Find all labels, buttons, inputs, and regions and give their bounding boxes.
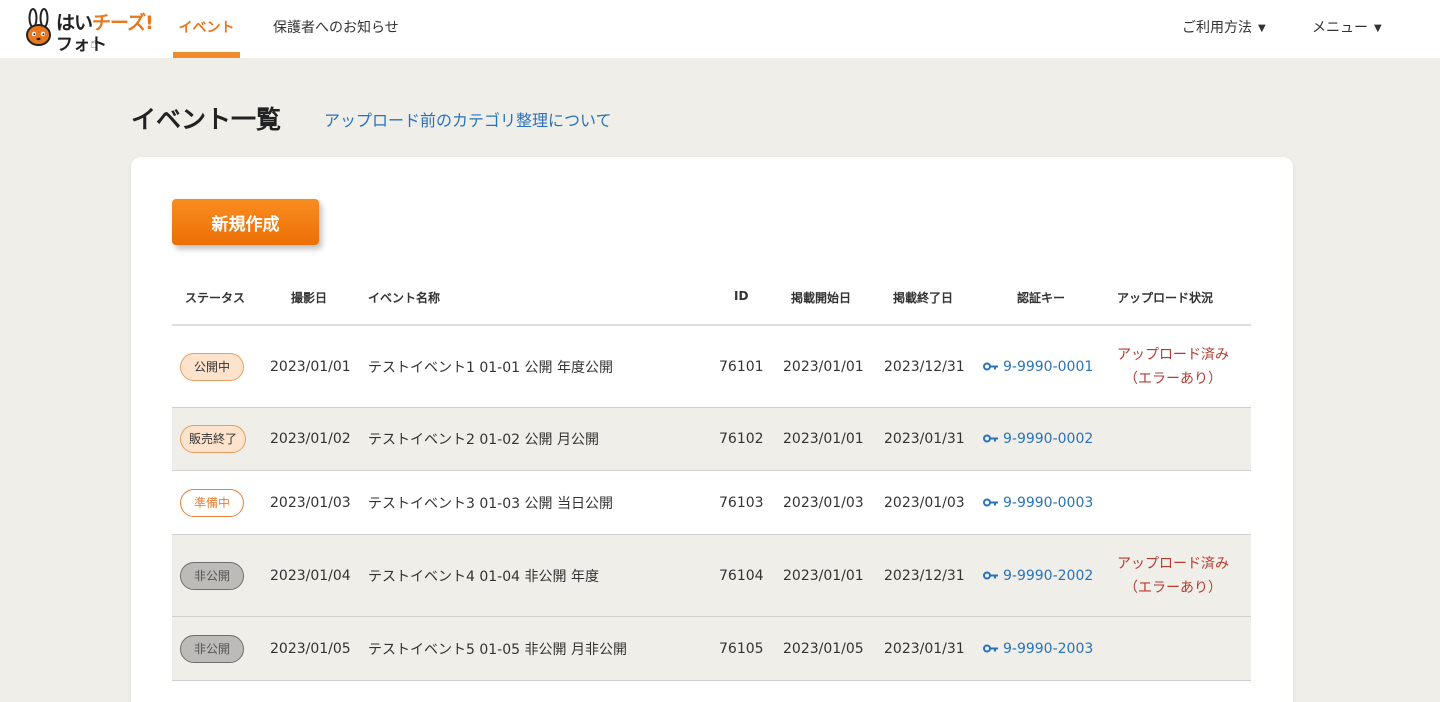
event-name[interactable]: テストイベント4 01-04 非公開 年度 bbox=[368, 566, 599, 586]
col-start-date: 掲載開始日 bbox=[791, 291, 852, 305]
status-badge: 公開中 bbox=[180, 352, 244, 381]
main-menu-label: メニュー bbox=[1312, 20, 1368, 36]
key-icon bbox=[983, 434, 998, 443]
event-name[interactable]: テストイベント3 01-03 公開 当日公開 bbox=[368, 493, 613, 513]
col-status: ステータス bbox=[185, 291, 246, 305]
usage-menu-label: ご利用方法 bbox=[1182, 20, 1252, 36]
status-badge: 非公開 bbox=[180, 634, 244, 663]
table-row[interactable]: 非公開 2023/01/04 テストイベント4 01-04 非公開 年度 761… bbox=[172, 535, 1251, 617]
start-date: 2023/01/05 bbox=[783, 640, 864, 657]
end-date: 2023/01/31 bbox=[884, 640, 965, 657]
auth-key-value: 9-9990-2003 bbox=[1003, 640, 1094, 657]
key-icon bbox=[983, 498, 998, 506]
tab-events[interactable]: イベント bbox=[173, 0, 240, 58]
auth-key-link[interactable]: 9-9990-2002 bbox=[983, 568, 1093, 584]
event-id: 76103 bbox=[719, 494, 764, 511]
event-id: 76105 bbox=[719, 640, 764, 657]
col-end-date: 掲載終了日 bbox=[893, 291, 954, 305]
table-row[interactable]: 公開中 2023/01/01 テストイベント1 01-01 公開 年度公開 76… bbox=[172, 326, 1251, 408]
usage-menu-button[interactable]: ご利用方法 ▼ bbox=[1182, 0, 1266, 58]
upload-status-line1: アップロード済み bbox=[1117, 346, 1229, 363]
col-upload-status: アップロード状況 bbox=[1117, 291, 1214, 305]
end-date: 2023/12/31 bbox=[884, 358, 965, 375]
event-id: 76104 bbox=[719, 567, 764, 584]
status-badge: 販売終了 bbox=[180, 425, 247, 453]
shoot-date: 2023/01/02 bbox=[270, 431, 351, 447]
end-date: 2023/01/03 bbox=[884, 494, 965, 511]
tab-parent-notices[interactable]: 保護者へのお知らせ bbox=[273, 0, 399, 58]
auth-key-value: 9-9990-0001 bbox=[1003, 358, 1094, 375]
col-id: ID bbox=[734, 289, 749, 303]
auth-key-link[interactable]: 9-9990-0003 bbox=[983, 495, 1093, 511]
col-auth-key: 認証キー bbox=[1017, 291, 1066, 305]
upload-status-line2: （エラーあり） bbox=[1124, 579, 1222, 596]
main-menu-button[interactable]: メニュー ▼ bbox=[1312, 0, 1382, 58]
event-list-card: 新規作成 ステータス 撮影日 イベント名称 ID 掲載開始日 掲載終了日 認証キ… bbox=[131, 157, 1293, 702]
event-id: 76102 bbox=[719, 431, 764, 447]
auth-key-link[interactable]: 9-9990-0001 bbox=[983, 359, 1093, 375]
table-row[interactable]: 準備中 2023/01/03 テストイベント3 01-03 公開 当日公開 76… bbox=[172, 471, 1251, 535]
auth-key-value: 9-9990-0003 bbox=[1003, 494, 1094, 511]
event-name[interactable]: テストイベント5 01-05 非公開 月非公開 bbox=[368, 639, 627, 659]
upload-status[interactable]: アップロード済み （エラーあり） bbox=[1117, 552, 1229, 600]
start-date: 2023/01/01 bbox=[783, 567, 864, 584]
event-table: ステータス 撮影日 イベント名称 ID 掲載開始日 掲載終了日 認証キー アップ… bbox=[172, 265, 1251, 681]
logo-text-bottom: フォト bbox=[56, 35, 107, 55]
key-icon bbox=[983, 644, 998, 652]
event-name[interactable]: テストイベント2 01-02 公開 月公開 bbox=[368, 429, 599, 449]
brand-logo[interactable]: はいチーズ! フォト ☝ bbox=[24, 6, 154, 55]
shoot-date: 2023/01/03 bbox=[270, 494, 351, 511]
auth-key-value: 9-9990-2002 bbox=[1003, 567, 1094, 584]
event-name[interactable]: テストイベント1 01-01 公開 年度公開 bbox=[368, 357, 613, 377]
status-badge: 準備中 bbox=[180, 488, 244, 517]
end-date: 2023/01/31 bbox=[884, 431, 965, 447]
table-row[interactable]: 販売終了 2023/01/02 テストイベント2 01-02 公開 月公開 76… bbox=[172, 408, 1251, 471]
start-date: 2023/01/01 bbox=[783, 358, 864, 375]
shoot-date: 2023/01/04 bbox=[270, 567, 351, 584]
start-date: 2023/01/03 bbox=[783, 494, 864, 511]
caret-down-icon: ▼ bbox=[1374, 23, 1382, 34]
table-header: ステータス 撮影日 イベント名称 ID 掲載開始日 掲載終了日 認証キー アップ… bbox=[172, 265, 1251, 326]
key-icon bbox=[983, 362, 998, 370]
table-row[interactable]: 非公開 2023/01/05 テストイベント5 01-05 非公開 月非公開 7… bbox=[172, 617, 1251, 681]
upload-status-line2: （エラーあり） bbox=[1124, 370, 1222, 387]
category-guide-link[interactable]: アップロード前のカテゴリ整理について bbox=[324, 107, 612, 131]
end-date: 2023/12/31 bbox=[884, 567, 965, 584]
upload-status[interactable]: アップロード済み （エラーあり） bbox=[1117, 343, 1229, 391]
shoot-date: 2023/01/05 bbox=[270, 640, 351, 657]
key-icon bbox=[983, 571, 998, 579]
event-id: 76101 bbox=[719, 358, 764, 375]
auth-key-link[interactable]: 9-9990-2003 bbox=[983, 641, 1093, 657]
status-badge: 非公開 bbox=[180, 561, 244, 590]
auth-key-link[interactable]: 9-9990-0002 bbox=[983, 431, 1093, 447]
upload-status-line1: アップロード済み bbox=[1117, 555, 1229, 572]
start-date: 2023/01/01 bbox=[783, 431, 864, 447]
page-title: イベント一覧 bbox=[131, 105, 282, 134]
col-shoot-date: 撮影日 bbox=[291, 291, 328, 305]
caret-down-icon: ▼ bbox=[1258, 23, 1266, 34]
auth-key-value: 9-9990-0002 bbox=[1003, 431, 1094, 447]
hand-pointer-icon: ☝ bbox=[90, 36, 99, 52]
col-event-name: イベント名称 bbox=[368, 291, 441, 305]
shoot-date: 2023/01/01 bbox=[270, 358, 351, 375]
top-header: はいチーズ! フォト ☝ イベント 保護者へのお知らせ ご利用方法 ▼ メニュー ▼ bbox=[0, 0, 1440, 58]
create-event-button[interactable]: 新規作成 bbox=[172, 199, 319, 245]
rabbit-mascot-icon bbox=[26, 8, 51, 46]
